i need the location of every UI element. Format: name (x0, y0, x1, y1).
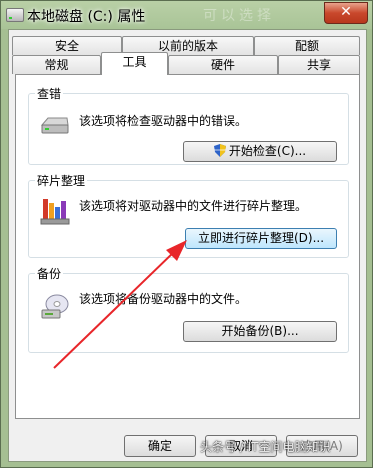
red-arrow-annotation (53, 240, 187, 369)
watermark-text: 头条号 / IT空间电脑知识 (200, 440, 331, 454)
